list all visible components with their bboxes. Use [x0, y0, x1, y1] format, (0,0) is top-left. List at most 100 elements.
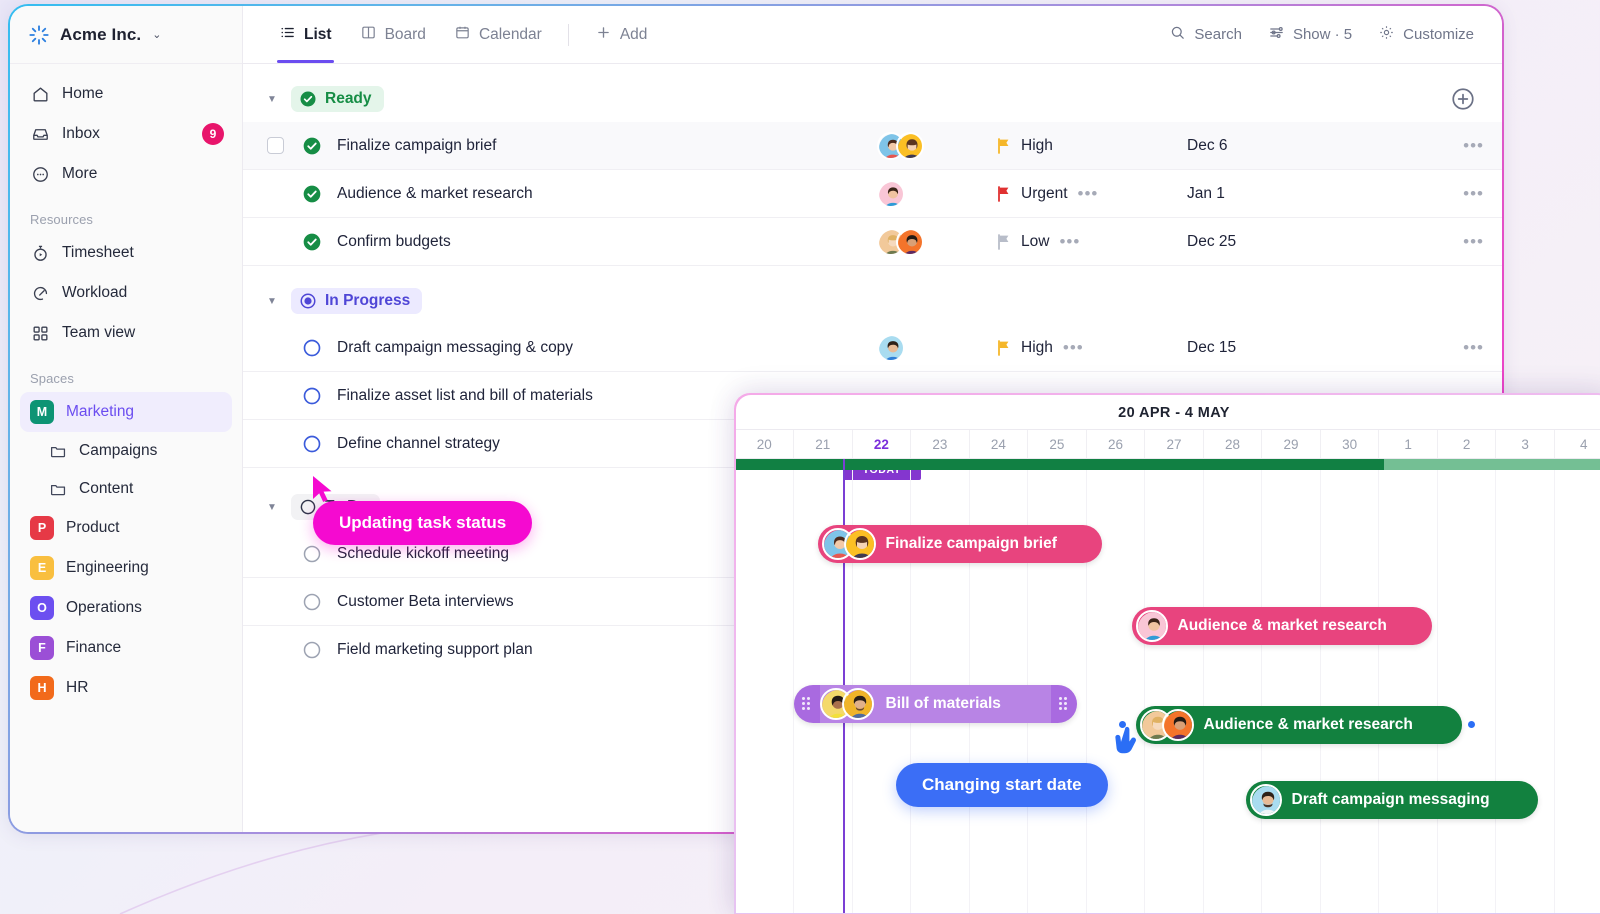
- tab-list[interactable]: List: [267, 6, 344, 63]
- gantt-bar-audience-market-research-pink[interactable]: Audience & market research: [1132, 607, 1432, 645]
- status-chip-ready[interactable]: Ready: [291, 86, 384, 112]
- gantt-bar-draft-campaign-messaging[interactable]: Draft campaign messaging: [1246, 781, 1538, 819]
- inbox-badge: 9: [202, 123, 224, 145]
- group-header-in-progress[interactable]: ▼ In Progress: [243, 266, 1502, 324]
- gantt-day[interactable]: 2: [1438, 430, 1497, 458]
- sidebar-item-inbox[interactable]: Inbox 9: [20, 114, 232, 154]
- status-done-icon[interactable]: [302, 136, 322, 156]
- gantt-bar-label: Audience & market research: [1178, 617, 1387, 635]
- row-actions-button[interactable]: •••: [1463, 184, 1484, 204]
- table-row[interactable]: Finalize campaign brief High Dec 6 •••: [243, 122, 1502, 170]
- gantt-day[interactable]: 20: [736, 430, 795, 458]
- gantt-day[interactable]: 29: [1262, 430, 1321, 458]
- drag-handle-left[interactable]: [802, 697, 812, 710]
- group-name: In Progress: [325, 292, 410, 310]
- avatar: [896, 132, 924, 160]
- sidebar-item-label: Operations: [66, 599, 142, 617]
- workspace-switcher[interactable]: Acme Inc. ⌄: [10, 6, 242, 64]
- bar-end-anchor-dot[interactable]: [1466, 719, 1477, 730]
- status-todo-icon[interactable]: [302, 544, 322, 564]
- due-date[interactable]: Jan 1: [1187, 185, 1337, 203]
- assignees[interactable]: [877, 180, 997, 208]
- chevron-down-icon[interactable]: ▼: [267, 296, 279, 307]
- sidebar-item-more[interactable]: More: [20, 154, 232, 194]
- space-avatar-engineering: E: [30, 556, 54, 580]
- show-label: Show · 5: [1293, 26, 1352, 43]
- gantt-day[interactable]: 25: [1028, 430, 1087, 458]
- gantt-day[interactable]: 26: [1087, 430, 1146, 458]
- tab-calendar[interactable]: Calendar: [442, 6, 554, 63]
- priority-cell[interactable]: High: [997, 137, 1187, 155]
- gantt-day[interactable]: 4: [1555, 430, 1600, 458]
- radio-filled-icon: [299, 292, 317, 310]
- status-done-icon[interactable]: [302, 232, 322, 252]
- status-open-icon[interactable]: [302, 338, 322, 358]
- assignees[interactable]: [877, 228, 997, 256]
- customize-button[interactable]: Customize: [1368, 17, 1484, 52]
- gantt-day[interactable]: 23: [911, 430, 970, 458]
- gantt-bar-label: Bill of materials: [886, 695, 1001, 713]
- sidebar-item-finance[interactable]: F Finance: [20, 628, 232, 668]
- gantt-day[interactable]: 28: [1204, 430, 1263, 458]
- chevron-down-icon[interactable]: ▼: [267, 94, 279, 105]
- gantt-day-today[interactable]: 22: [853, 430, 912, 458]
- show-button[interactable]: Show · 5: [1258, 17, 1362, 52]
- status-chip-in-progress[interactable]: In Progress: [291, 288, 422, 314]
- drag-handle-right[interactable]: [1059, 697, 1069, 710]
- search-button[interactable]: Search: [1159, 17, 1252, 52]
- sidebar-item-timesheet[interactable]: Timesheet: [20, 233, 232, 273]
- priority-overflow-dots[interactable]: •••: [1063, 338, 1084, 358]
- sidebar-item-hr[interactable]: H HR: [20, 668, 232, 708]
- sidebar-item-operations[interactable]: O Operations: [20, 588, 232, 628]
- sidebar-item-campaigns[interactable]: Campaigns: [38, 432, 232, 470]
- priority-cell[interactable]: Low •••: [997, 232, 1187, 252]
- add-task-to-group-button[interactable]: [1450, 86, 1476, 112]
- priority-overflow-dots[interactable]: •••: [1078, 184, 1099, 204]
- assignees[interactable]: [877, 334, 997, 362]
- gantt-day[interactable]: 24: [970, 430, 1029, 458]
- sidebar-item-label: Workload: [62, 284, 127, 302]
- gantt-day[interactable]: 30: [1321, 430, 1380, 458]
- sidebar-item-home[interactable]: Home: [20, 74, 232, 114]
- gantt-day[interactable]: 21: [794, 430, 853, 458]
- row-actions-button[interactable]: •••: [1463, 338, 1484, 358]
- gantt-bar-audience-market-research-green[interactable]: Audience & market research: [1136, 706, 1462, 744]
- table-row[interactable]: Draft campaign messaging & copy High •••…: [243, 324, 1502, 372]
- gauge-icon: [30, 283, 50, 303]
- assignees[interactable]: [877, 132, 997, 160]
- sidebar-item-marketing[interactable]: M Marketing: [20, 392, 232, 432]
- due-date[interactable]: Dec 15: [1187, 339, 1337, 357]
- sidebar-item-team-view[interactable]: Team view: [20, 313, 232, 353]
- priority-cell[interactable]: High •••: [997, 338, 1187, 358]
- sidebar-item-engineering[interactable]: E Engineering: [20, 548, 232, 588]
- row-checkbox[interactable]: [267, 137, 284, 154]
- gantt-bar-finalize-campaign-brief[interactable]: Finalize campaign brief: [818, 525, 1102, 563]
- table-row[interactable]: Audience & market research Urgent ••• Ja…: [243, 170, 1502, 218]
- row-actions-button[interactable]: •••: [1463, 136, 1484, 156]
- status-open-icon[interactable]: [302, 386, 322, 406]
- add-view-button[interactable]: Add: [583, 6, 660, 63]
- priority-overflow-dots[interactable]: •••: [1059, 232, 1080, 252]
- status-done-icon[interactable]: [302, 184, 322, 204]
- group-name: Ready: [325, 90, 372, 108]
- due-date[interactable]: Dec 25: [1187, 233, 1337, 251]
- gantt-day[interactable]: 3: [1496, 430, 1555, 458]
- status-open-icon[interactable]: [302, 434, 322, 454]
- sidebar-item-content[interactable]: Content: [38, 470, 232, 508]
- gantt-bar-bill-of-materials[interactable]: Bill of materials: [794, 685, 1077, 723]
- gantt-day[interactable]: 27: [1145, 430, 1204, 458]
- status-todo-icon[interactable]: [302, 640, 322, 660]
- status-todo-icon[interactable]: [302, 592, 322, 612]
- priority-label: Urgent: [1021, 185, 1068, 203]
- group-header-ready[interactable]: ▼ Ready: [243, 64, 1502, 122]
- chevron-down-icon[interactable]: ▼: [267, 502, 279, 513]
- sidebar-item-product[interactable]: P Product: [20, 508, 232, 548]
- due-date[interactable]: Dec 6: [1187, 137, 1337, 155]
- gantt-day[interactable]: 1: [1379, 430, 1438, 458]
- sidebar-item-label: Timesheet: [62, 244, 134, 262]
- sidebar-item-workload[interactable]: Workload: [20, 273, 232, 313]
- tab-board[interactable]: Board: [348, 6, 438, 63]
- priority-cell[interactable]: Urgent •••: [997, 184, 1187, 204]
- table-row[interactable]: Confirm budgets Low ••• Dec 25 •••: [243, 218, 1502, 266]
- row-actions-button[interactable]: •••: [1463, 232, 1484, 252]
